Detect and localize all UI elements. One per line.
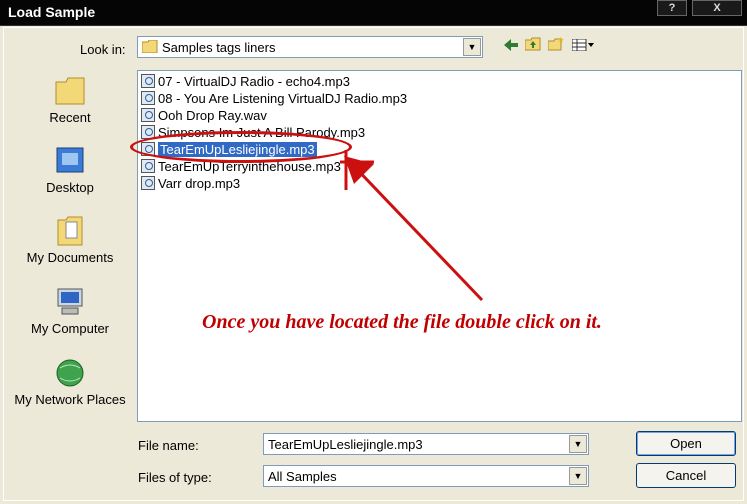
chevron-down-icon[interactable]: ▼	[569, 435, 587, 453]
audio-file-icon	[141, 108, 155, 122]
places-bar: Recent Desktop My Documents My Computer …	[10, 62, 130, 432]
list-item[interactable]: 07 - VirtualDJ Radio - echo4.mp3	[141, 73, 350, 90]
my-documents-icon	[57, 216, 83, 246]
new-folder-icon[interactable]	[545, 36, 567, 56]
window-title: Load Sample	[8, 4, 96, 20]
file-name-field[interactable]: TearEmUpLesliejingle.mp3 ▼	[263, 433, 589, 455]
desktop-icon	[56, 147, 84, 173]
audio-file-icon	[141, 74, 155, 88]
place-recent[interactable]: Recent	[10, 76, 130, 125]
audio-file-icon	[141, 91, 155, 105]
place-my-documents[interactable]: My Documents	[10, 216, 130, 265]
chevron-down-icon[interactable]: ▼	[463, 38, 481, 56]
close-button[interactable]: X	[692, 0, 742, 16]
place-desktop[interactable]: Desktop	[10, 146, 130, 195]
list-item[interactable]: Ooh Drop Ray.wav	[141, 107, 267, 124]
my-computer-icon	[57, 288, 83, 315]
annotation-text: Once you have located the file double cl…	[202, 311, 602, 333]
back-icon[interactable]	[500, 36, 522, 56]
file-type-select[interactable]: All Samples ▼	[263, 465, 589, 487]
title-bar: Load Sample ? X	[0, 0, 747, 26]
file-type-label: Files of type:	[138, 470, 212, 485]
place-my-computer[interactable]: My Computer	[10, 287, 130, 336]
list-item[interactable]: 08 - You Are Listening VirtualDJ Radio.m…	[141, 90, 407, 107]
audio-file-icon	[141, 176, 155, 190]
recent-folder-icon	[55, 77, 85, 105]
file-name-label: File name:	[138, 438, 199, 453]
network-globe-icon	[56, 359, 84, 387]
place-my-network-places[interactable]: My Network Places	[10, 358, 130, 407]
folder-icon	[142, 40, 158, 53]
look-in-combo[interactable]: Samples tags liners ▼	[137, 36, 483, 58]
annotation-circle	[130, 131, 352, 163]
audio-file-icon	[141, 159, 155, 173]
view-menu-icon[interactable]	[568, 36, 598, 56]
cancel-button[interactable]: Cancel	[636, 463, 736, 488]
open-button[interactable]: Open	[636, 431, 736, 456]
up-folder-icon[interactable]	[522, 36, 544, 56]
help-button[interactable]: ?	[657, 0, 687, 16]
look-in-value: Samples tags liners	[162, 40, 276, 55]
list-item[interactable]: Varr drop.mp3	[141, 175, 240, 192]
look-in-label: Look in:	[80, 42, 126, 57]
chevron-down-icon[interactable]: ▼	[569, 467, 587, 485]
annotation-arrow	[340, 150, 484, 302]
